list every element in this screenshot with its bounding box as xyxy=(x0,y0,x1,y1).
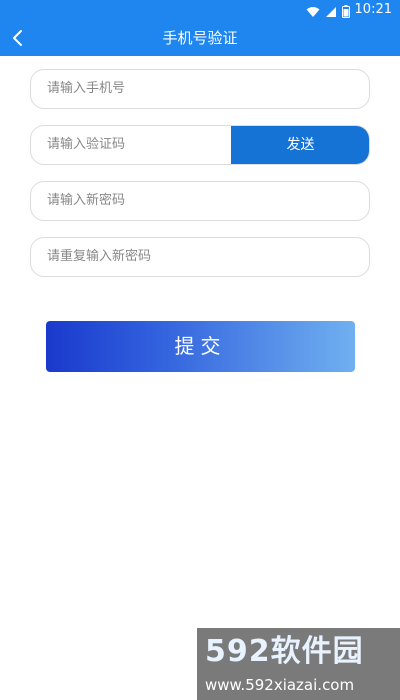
repeat-password-input[interactable]: 请重复输入新密码 xyxy=(47,238,151,276)
code-field[interactable]: 请输入验证码 发送 xyxy=(30,125,370,165)
nav-bar: 手机号验证 xyxy=(0,20,400,56)
new-password-input[interactable]: 请输入新密码 xyxy=(47,182,125,220)
code-input[interactable]: 请输入验证码 xyxy=(47,126,125,164)
watermark-title: 592软件园 xyxy=(205,634,364,669)
phone-field[interactable]: 请输入手机号 xyxy=(30,69,370,109)
phone-input[interactable]: 请输入手机号 xyxy=(47,70,125,108)
submit-button[interactable]: 提交 xyxy=(46,321,355,372)
send-code-button[interactable]: 发送 xyxy=(231,126,369,164)
status-bar: 10:21 xyxy=(0,0,400,20)
status-time: 10:21 xyxy=(354,2,392,17)
watermark-url: www.592xiazai.com xyxy=(205,676,355,694)
watermark: 592软件园 www.592xiazai.com xyxy=(197,628,400,700)
page-title: 手机号验证 xyxy=(162,29,238,47)
new-password-field[interactable]: 请输入新密码 xyxy=(30,181,370,221)
repeat-password-field[interactable]: 请重复输入新密码 xyxy=(30,237,370,277)
